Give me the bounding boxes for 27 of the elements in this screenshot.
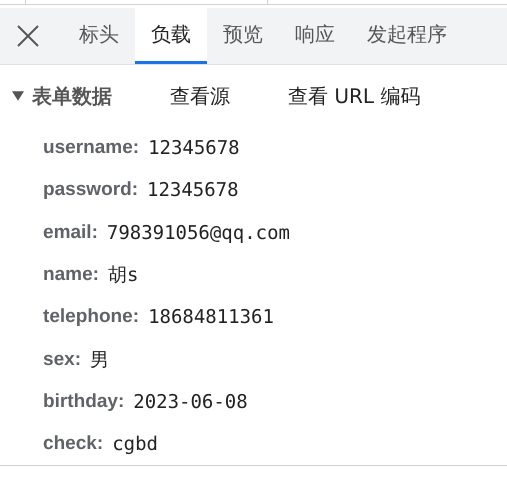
view-link[interactable]: 查看 URL 编码 — [288, 82, 420, 110]
field-value: 12345678 — [147, 179, 239, 202]
section-header[interactable]: 表单数据 — [12, 82, 112, 110]
field-key: birthday: — [43, 390, 124, 413]
field-value: 男 — [90, 348, 110, 373]
field-key: name: — [43, 264, 99, 286]
field-value: 胡s — [108, 263, 138, 288]
field-key: username: — [43, 137, 140, 160]
field-value: 18684811361 — [148, 306, 274, 328]
view-link[interactable]: 查看源 — [170, 82, 230, 110]
field-key: password: — [43, 179, 138, 202]
triangle-icon — [12, 91, 24, 101]
tab[interactable]: 响应 — [279, 8, 351, 64]
tab[interactable]: 发起程序 — [351, 8, 447, 64]
field-key: sex: — [43, 348, 82, 371]
field-value: 12345678 — [148, 137, 240, 160]
field-value: cgbd — [112, 433, 158, 456]
tab[interactable]: 负载 — [135, 8, 207, 64]
field-key: telephone: — [43, 306, 140, 328]
section-title: 表单数据 — [32, 82, 112, 110]
close-icon[interactable] — [16, 24, 40, 48]
tab[interactable]: 标头 — [63, 8, 135, 64]
field-key: email: — [43, 222, 98, 244]
tab[interactable]: 预览 — [207, 8, 279, 64]
field-value: 2023-06-08 — [133, 390, 248, 413]
field-value: 798391056@qq.com — [106, 222, 290, 244]
field-key: check: — [43, 433, 104, 456]
